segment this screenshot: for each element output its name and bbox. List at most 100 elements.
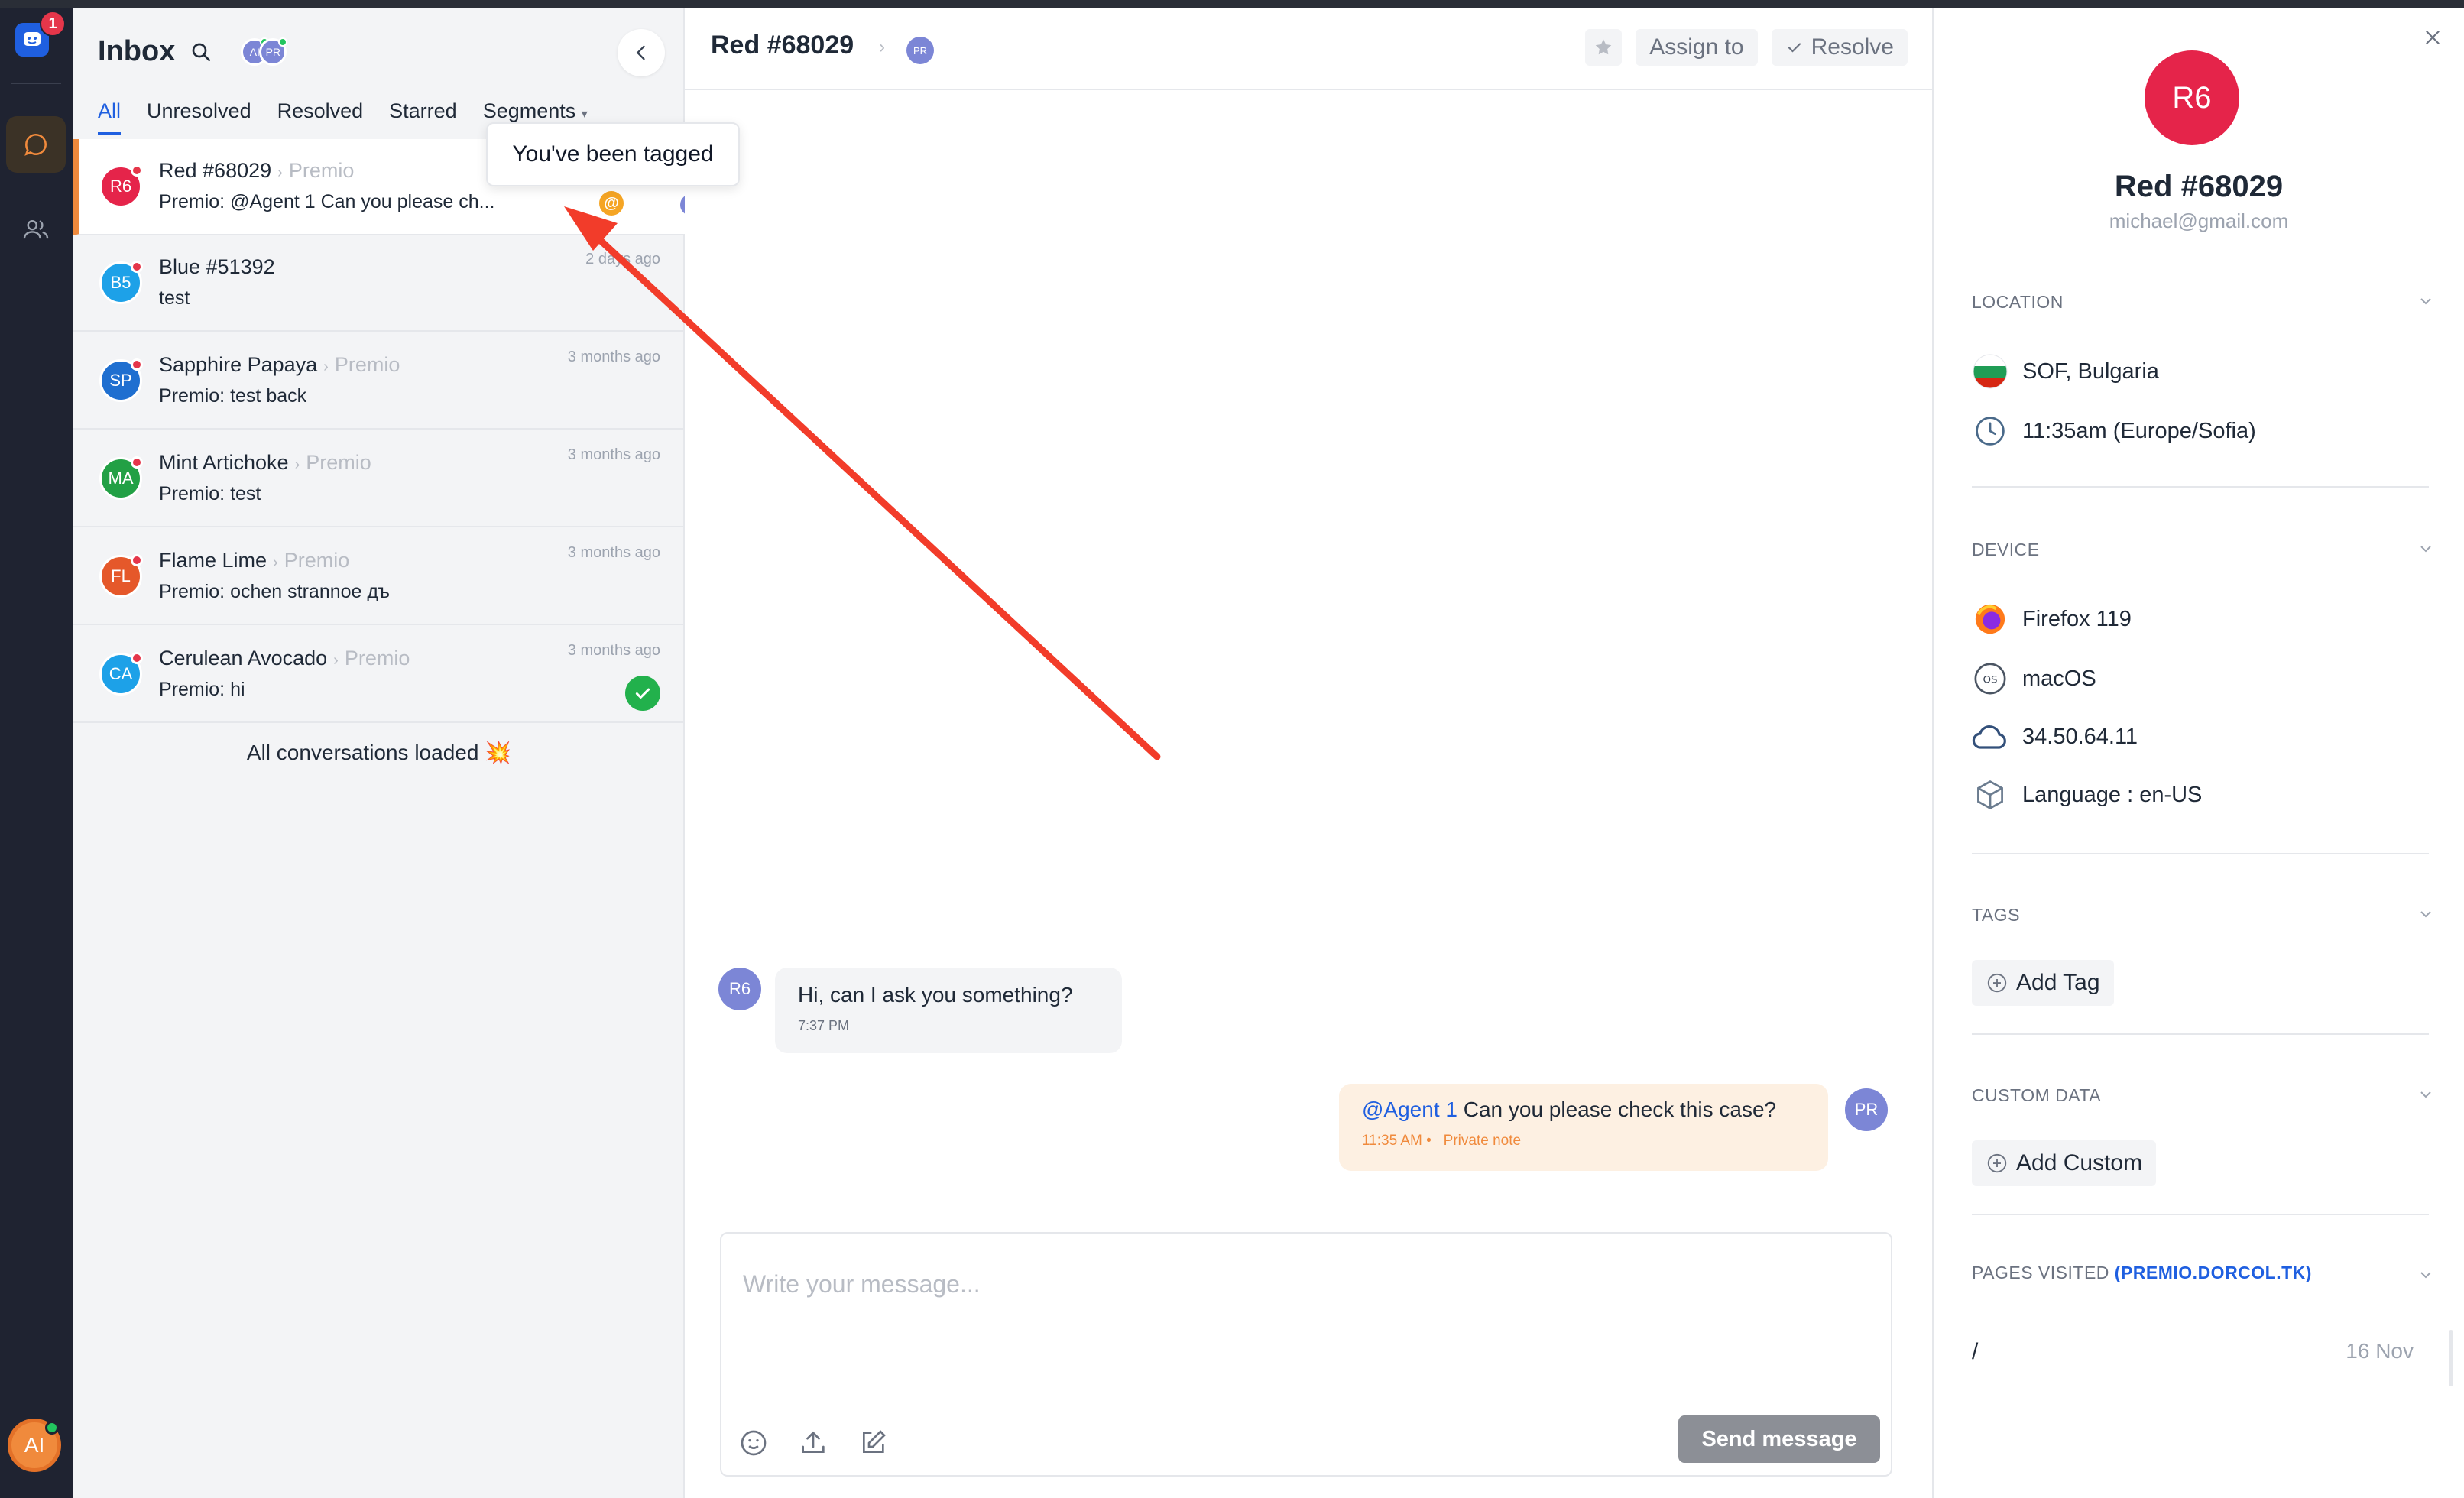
tab-unresolved[interactable]: Unresolved (147, 99, 251, 135)
message-composer[interactable]: Write your message... Send message (720, 1232, 1892, 1477)
add-custom-button[interactable]: Add Custom (1972, 1140, 2157, 1186)
tags-section-title[interactable]: TAGS (1972, 905, 2020, 926)
nav-inbox-button[interactable] (6, 116, 66, 173)
divider (1972, 1214, 2429, 1215)
private-note-message: @Agent 1 Can you please check this case?… (1339, 1084, 1828, 1171)
users-icon (23, 219, 49, 239)
message-text: @Agent 1 Can you please check this case? (1362, 1098, 1777, 1121)
star-button[interactable] (1585, 29, 1623, 66)
ip-row: 34.50.64.11 (1972, 718, 2138, 755)
browser-text: Firefox 119 (2022, 606, 2132, 631)
tab-resolved[interactable]: Resolved (277, 99, 364, 135)
browser-row: Firefox 119 (1972, 601, 2132, 637)
conversation-list-panel: Inbox AI PR All Unresolved Resolved Star… (73, 8, 740, 1498)
conversation-name: Cerulean Avocado › Premio (159, 647, 410, 670)
contact-avatar: B5 (99, 261, 143, 304)
emoji-icon[interactable] (738, 1428, 769, 1458)
composer-tools (738, 1428, 888, 1458)
location-row: SOF, Bulgaria (1972, 353, 2159, 390)
scrollbar[interactable] (2449, 1330, 2453, 1386)
tab-starred[interactable]: Starred (389, 99, 457, 135)
conversation-name: Sapphire Papaya › Premio (159, 353, 400, 376)
collision-icon: 💥 (485, 741, 512, 764)
chevron-down-icon[interactable] (2417, 1085, 2435, 1104)
page-visited-row: / 16 Nov (1972, 1339, 2429, 1365)
location-text: SOF, Bulgaria (2022, 358, 2159, 384)
conversation-time: 3 months ago (567, 446, 660, 463)
message-time: 7:37 PM (798, 1018, 850, 1033)
close-icon[interactable] (2423, 28, 2443, 47)
pages-visited-section-title[interactable]: PAGES VISITED (PREMIO.DORCOL.TK) (1972, 1263, 2312, 1283)
edit-note-icon[interactable] (858, 1428, 888, 1458)
nav-contacts-button[interactable] (6, 202, 66, 258)
my-avatar[interactable]: AI (8, 1419, 61, 1472)
message-meta: 11:35 AM • Private note (1362, 1133, 1522, 1149)
inbox-title: Inbox (98, 35, 176, 67)
conversation-preview: Premio: test (159, 483, 261, 504)
custom-data-section-title[interactable]: CUSTOM DATA (1972, 1085, 2101, 1106)
page-visit-date: 16 Nov (2346, 1339, 2414, 1363)
plus-circle-icon (1987, 973, 2007, 993)
notification-badge: 1 (40, 11, 66, 37)
contact-details-panel: R6 Red #68029 michael@gmail.com LOCATION… (1934, 8, 2464, 1498)
cloud-icon (1972, 718, 2008, 755)
conversation-preview: Premio: @Agent 1 Can you please ch... (159, 191, 495, 212)
agent-mention[interactable]: @Agent 1 (1362, 1098, 1457, 1121)
conversation-name: Mint Artichoke › Premio (159, 451, 371, 474)
collapse-list-button[interactable] (618, 29, 665, 76)
divider (1972, 486, 2429, 488)
macos-icon: OS (1972, 660, 2008, 697)
chat-actions: Assign to Resolve (1585, 29, 1908, 66)
conversation-preview: Premio: hi (159, 679, 245, 700)
conversation-name: Blue #51392 (159, 255, 275, 278)
agent-avatar: PR (1845, 1088, 1888, 1131)
customer-avatar: R6 (718, 968, 761, 1010)
message-text: Hi, can I ask you something? (798, 983, 1073, 1007)
plus-circle-icon (1987, 1153, 2007, 1173)
assigned-agent-avatar[interactable]: PR (906, 37, 934, 64)
conversation-time: 3 months ago (567, 642, 660, 659)
chevron-down-icon[interactable] (2417, 1266, 2435, 1284)
incoming-message: Hi, can I ask you something? 7:37 PM (775, 968, 1122, 1053)
contact-avatar: MA (99, 456, 143, 500)
resolve-button[interactable]: Resolve (1771, 29, 1908, 66)
device-section-title[interactable]: DEVICE (1972, 540, 2040, 560)
conversation-item[interactable]: FL Flame Lime › Premio Premio: ochen stran… (73, 529, 685, 625)
page-path[interactable]: / (1972, 1339, 1978, 1364)
left-rail: 1 AI (0, 8, 73, 1498)
star-icon (1595, 39, 1612, 55)
add-tag-button[interactable]: Add Tag (1972, 960, 2114, 1006)
agent-avatar: PR (259, 37, 288, 66)
tab-all[interactable]: All (98, 99, 122, 135)
location-section-title[interactable]: LOCATION (1972, 292, 2064, 313)
contact-avatar: SP (99, 358, 143, 402)
list-header: Inbox AI PR (98, 35, 288, 68)
contact-avatar-large: R6 (2145, 50, 2239, 145)
upload-icon[interactable] (798, 1428, 828, 1458)
contact-avatar: CA (99, 652, 143, 696)
chevron-down-icon[interactable] (2417, 292, 2435, 310)
pages-domain-link[interactable]: (PREMIO.DORCOL.TK) (2115, 1263, 2312, 1282)
chevron-down-icon[interactable] (2417, 540, 2435, 558)
search-icon[interactable] (189, 40, 213, 64)
divider (1972, 853, 2429, 854)
clock-icon (1972, 413, 2008, 449)
conversation-item[interactable]: CA Cerulean Avocado › Premio Premio: hi 3 … (73, 627, 685, 723)
conversation-item[interactable]: B5 Blue #51392 test 2 days ago (73, 235, 685, 332)
assign-button[interactable]: Assign to (1636, 29, 1758, 66)
local-time-row: 11:35am (Europe/Sofia) (1972, 413, 2256, 449)
resolved-check-icon (625, 676, 660, 711)
conversation-preview: test (159, 287, 190, 309)
tagged-tooltip: You've been tagged (486, 122, 740, 186)
online-agents: AI PR (241, 37, 288, 66)
conversation-item[interactable]: SP Sapphire Papaya › Premio Premio: test b… (73, 333, 685, 430)
chevron-down-icon[interactable] (2417, 905, 2435, 923)
send-message-button[interactable]: Send message (1678, 1415, 1880, 1463)
language-text: Language : en-US (2022, 782, 2203, 807)
cube-icon (1972, 777, 2008, 813)
chevron-right-icon: › (879, 37, 885, 57)
chat-bubble-icon (24, 134, 47, 156)
divider (1972, 1033, 2429, 1035)
all-loaded-message: All conversations loaded 💥 (246, 741, 512, 764)
conversation-item[interactable]: MA Mint Artichoke › Premio Premio: test 3 … (73, 431, 685, 527)
